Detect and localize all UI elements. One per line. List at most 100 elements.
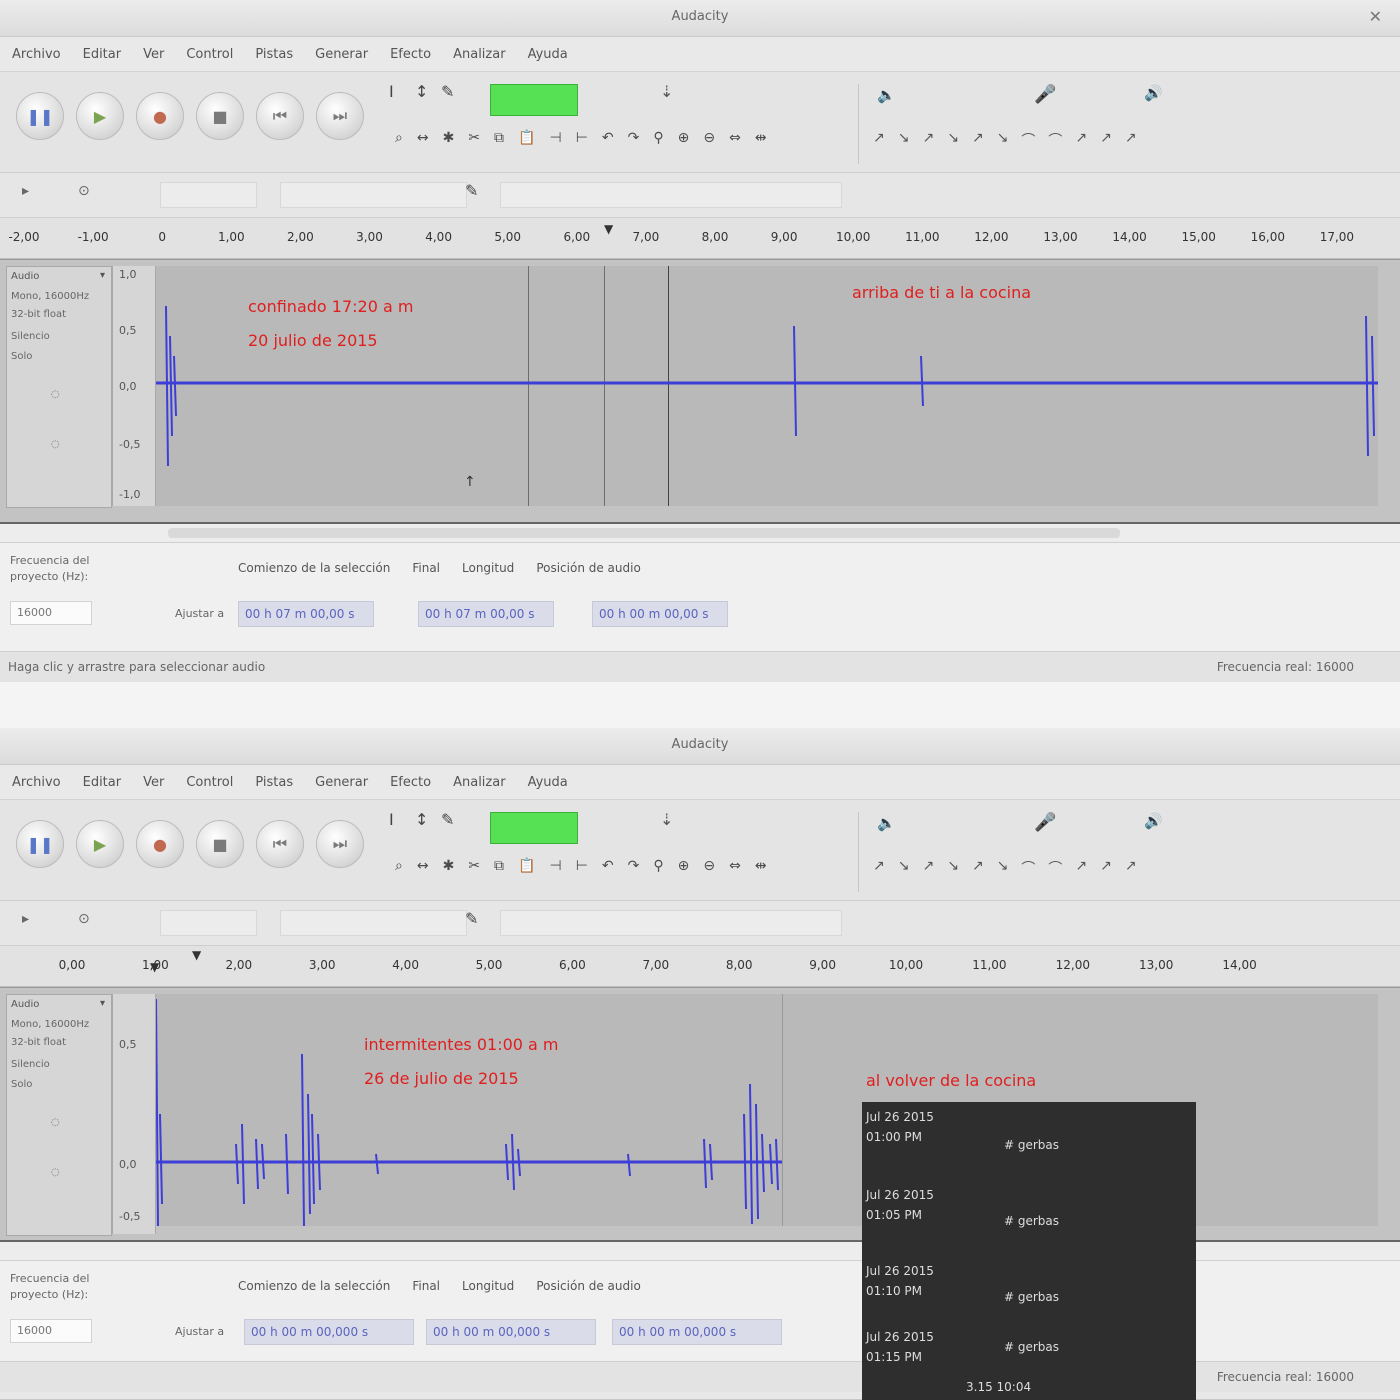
gain-slider-icon[interactable]: ◌: [51, 1117, 60, 1128]
menu-archivo[interactable]: Archivo: [12, 47, 61, 62]
menu-analizar[interactable]: Analizar: [453, 775, 505, 790]
play-at-speed-icon[interactable]: ▸: [22, 911, 29, 927]
audio-position-field[interactable]: 00 h 00 m 00,00 s: [592, 601, 728, 627]
fit-selection-icon[interactable]: ⇔: [729, 858, 741, 874]
slider-icon[interactable]: ⌒: [1021, 858, 1035, 878]
skip-start-button[interactable]: ⏮: [256, 820, 304, 868]
undo-icon[interactable]: ↶: [602, 858, 614, 874]
copy-icon[interactable]: ⧉: [494, 130, 504, 146]
skip-end-button[interactable]: ⏭: [316, 820, 364, 868]
meter-slider-icon[interactable]: ⇣: [660, 82, 673, 101]
timeshift-tool-icon[interactable]: ↔: [417, 858, 429, 874]
selection-length-radio[interactable]: Longitud: [462, 561, 514, 575]
trim-icon[interactable]: ⊣: [549, 130, 561, 146]
mute-button[interactable]: Silencio: [11, 331, 50, 342]
playhead-marker-icon[interactable]: ▼: [604, 222, 613, 236]
timeline-ruler[interactable]: ▼ ▼ 0,00 1,00 2,00 3,00 4,00 5,00 6,00 7,00 8,00…: [0, 946, 1400, 987]
meter-slider-icon[interactable]: ⇣: [660, 810, 673, 829]
recording-meter[interactable]: [490, 84, 578, 116]
undo-icon[interactable]: ↶: [602, 130, 614, 146]
scrollbar-thumb[interactable]: [168, 528, 1120, 538]
silence-icon[interactable]: ⊢: [576, 858, 588, 874]
slider-icon[interactable]: ↘: [997, 858, 1009, 878]
menu-ver[interactable]: Ver: [143, 47, 164, 62]
record-button[interactable]: ●: [136, 92, 184, 140]
selection-length-radio[interactable]: Longitud: [462, 1279, 514, 1293]
horizontal-scrollbar[interactable]: [0, 524, 1400, 543]
slider-icon[interactable]: ↗: [922, 858, 934, 878]
paste-icon[interactable]: 📋: [518, 130, 535, 146]
host-select[interactable]: [280, 910, 467, 936]
slider-icon[interactable]: ↘: [898, 130, 910, 150]
redo-icon[interactable]: ↷: [628, 858, 640, 874]
slider-icon[interactable]: ↗: [1125, 130, 1137, 150]
speed-slider[interactable]: [160, 182, 257, 208]
menu-pistas[interactable]: Pistas: [255, 775, 293, 790]
selection-end-field[interactable]: 00 h 00 m 00,000 s: [426, 1319, 596, 1345]
track-name[interactable]: Audio: [11, 271, 39, 282]
slider-icon[interactable]: ↘: [947, 130, 959, 150]
timeshift-tool-icon[interactable]: ↔: [417, 130, 429, 146]
menu-ver[interactable]: Ver: [143, 775, 164, 790]
slider-icon[interactable]: ⌒: [1048, 858, 1062, 878]
slider-icon[interactable]: ↗: [873, 858, 885, 878]
zoom-in-icon[interactable]: ⊕: [678, 858, 690, 874]
timeline-ruler[interactable]: ▼ -2,00 -1,00 0 1,00 2,00 3,00 4,00 5,00 6,00 7,0…: [0, 218, 1400, 259]
draw-tool-icon[interactable]: ✎: [441, 810, 454, 829]
envelope-tool-icon[interactable]: ↕: [415, 810, 428, 829]
cut-icon[interactable]: ✂: [468, 130, 480, 146]
menu-editar[interactable]: Editar: [83, 47, 122, 62]
play-button[interactable]: ▶: [76, 92, 124, 140]
selection-end-field[interactable]: 00 h 07 m 00,00 s: [418, 601, 554, 627]
fit-selection-icon[interactable]: ⇔: [729, 130, 741, 146]
menu-editar[interactable]: Editar: [83, 775, 122, 790]
selection-tool-icon[interactable]: I: [389, 82, 394, 101]
envelope-tool-icon[interactable]: ↕: [415, 82, 428, 101]
pan-slider-icon[interactable]: ◌: [51, 439, 60, 450]
slider-icon[interactable]: ↘: [947, 858, 959, 878]
terminal-window[interactable]: Jul 26 2015 01:00 PM # gerbas Jul 26 201…: [862, 1102, 1196, 1400]
speed-icon[interactable]: ⊙: [78, 183, 90, 199]
draw-tool-icon[interactable]: ✎: [441, 82, 454, 101]
menu-generar[interactable]: Generar: [315, 47, 368, 62]
playhead-marker-icon[interactable]: ▼: [192, 948, 201, 962]
selection-start-field[interactable]: 00 h 07 m 00,00 s: [238, 601, 374, 627]
cut-icon[interactable]: ✂: [468, 858, 480, 874]
snap-to-checkbox[interactable]: Ajustar a: [175, 1325, 224, 1338]
menu-control[interactable]: Control: [186, 47, 233, 62]
gain-slider-icon[interactable]: ◌: [51, 389, 60, 400]
zoom-tool-icon[interactable]: ⌕: [395, 858, 403, 874]
selection-start-field[interactable]: 00 h 00 m 00,000 s: [244, 1319, 414, 1345]
copy-icon[interactable]: ⧉: [494, 858, 504, 874]
menu-efecto[interactable]: Efecto: [390, 775, 431, 790]
slider-icon[interactable]: ↘: [997, 130, 1009, 150]
trim-icon[interactable]: ⊣: [549, 858, 561, 874]
slider-icon[interactable]: ↗: [972, 858, 984, 878]
menu-control[interactable]: Control: [186, 775, 233, 790]
microphone-icon[interactable]: 🎤: [1034, 812, 1056, 833]
slider-icon[interactable]: ↗: [1125, 858, 1137, 878]
solo-button[interactable]: Solo: [11, 351, 32, 362]
zoom-out-icon[interactable]: ⊖: [703, 858, 715, 874]
input-device-select[interactable]: [500, 182, 842, 208]
zoom-out-icon[interactable]: ⊖: [703, 130, 715, 146]
slider-icon[interactable]: ↘: [898, 858, 910, 878]
waveform-area[interactable]: confinado 17:20 a m 20 julio de 2015 arr…: [156, 266, 1378, 506]
sync-lock-icon[interactable]: ⚲: [653, 130, 663, 146]
speed-icon[interactable]: ⊙: [78, 911, 90, 927]
slider-icon[interactable]: ↗: [922, 130, 934, 150]
menu-generar[interactable]: Generar: [315, 775, 368, 790]
menu-archivo[interactable]: Archivo: [12, 775, 61, 790]
speaker-icon[interactable]: 🔈: [877, 86, 896, 104]
slider-icon[interactable]: ⌒: [1048, 130, 1062, 150]
snap-to-checkbox[interactable]: Ajustar a: [175, 607, 224, 620]
menu-pistas[interactable]: Pistas: [255, 47, 293, 62]
pause-button[interactable]: ❚❚: [16, 820, 64, 868]
record-button[interactable]: ●: [136, 820, 184, 868]
project-rate-select[interactable]: 16000: [10, 601, 92, 625]
slider-icon[interactable]: ↗: [1075, 858, 1087, 878]
slider-icon[interactable]: ↗: [972, 130, 984, 150]
audio-position-field[interactable]: 00 h 00 m 00,000 s: [612, 1319, 782, 1345]
skip-start-button[interactable]: ⏮: [256, 92, 304, 140]
speaker-icon[interactable]: 🔈: [877, 814, 896, 832]
